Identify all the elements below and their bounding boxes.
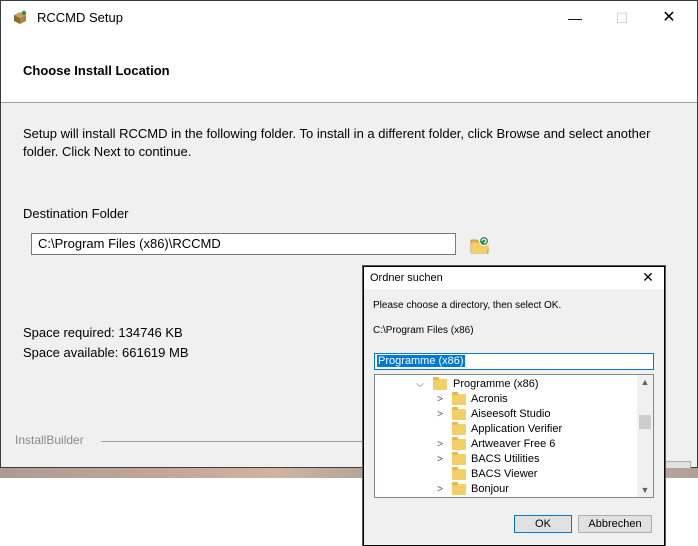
folder-name-selection: Programme (x86) [377,355,465,367]
folder-icon [452,422,466,435]
page-title: Choose Install Location [23,63,170,78]
destination-folder-label: Destination Folder [23,206,129,221]
tree-item-label: Bonjour [471,483,509,495]
scroll-down-icon[interactable]: ▼ [637,483,653,497]
tree-scrollbar[interactable]: ▲ ▼ [637,375,653,497]
tree-item-label: Programme (x86) [453,378,539,390]
minimize-button[interactable]: — [552,1,598,35]
folder-icon [452,452,466,465]
tree-item-label: Application Verifier [471,423,563,435]
chevron-right-icon[interactable]: > [435,407,445,422]
installbuilder-brand: InstallBuilder [15,433,88,447]
folder-icon [433,377,447,390]
folder-tree[interactable]: ⌵ Programme (x86) > Acronis > Aiseesoft … [374,374,654,498]
close-button[interactable]: ✕ [646,1,692,35]
chevron-right-icon[interactable]: > [435,392,445,407]
tree-item-label: Acronis [471,393,508,405]
scroll-thumb[interactable] [639,415,651,429]
chevron-right-icon[interactable]: > [435,482,445,497]
destination-folder-input[interactable]: C:\Program Files (x86)\RCCMD [31,233,456,255]
ok-button[interactable]: OK [514,515,572,533]
folder-icon [452,467,466,480]
dialog-current-path: C:\Program Files (x86) [373,325,474,336]
folder-icon [452,407,466,420]
folder-icon [452,482,466,495]
space-available-text: Space available: 661619 MB [23,345,189,360]
scroll-up-icon[interactable]: ▲ [637,375,653,389]
footer-divider [101,441,371,442]
space-required-text: Space required: 134746 KB [23,325,183,340]
tree-item-label: BACS Viewer [471,468,538,480]
chevron-down-icon[interactable]: ⌵ [415,377,425,392]
chevron-right-icon[interactable]: > [435,437,445,452]
folder-icon [452,392,466,405]
tree-item-label: BACS Utilities [471,453,540,465]
dialog-title: Ordner suchen [370,272,443,284]
dialog-title-bar[interactable]: Ordner suchen ✕ [364,267,664,289]
folder-icon [452,437,466,450]
folder-name-input[interactable]: Programme (x86) [374,353,654,370]
window-title: RCCMD Setup [37,10,123,25]
tree-item-label: Artweaver Free 6 [471,438,556,450]
title-bar[interactable]: RCCMD Setup — ☐ ✕ [1,1,697,35]
intro-text: Setup will install RCCMD in the followin… [23,126,651,159]
tree-item-label: Aiseesoft Studio [471,408,551,420]
cancel-button[interactable]: Abbrechen [578,515,652,533]
browse-folder-dialog: Ordner suchen ✕ Please choose a director… [363,266,665,546]
chevron-right-icon[interactable]: > [435,452,445,467]
installer-box-icon [14,10,27,24]
maximize-button[interactable]: ☐ [599,1,645,35]
page-header: Choose Install Location [1,35,697,103]
browse-folder-icon[interactable] [468,233,492,255]
dialog-close-button[interactable]: ✕ [638,269,658,286]
dialog-prompt: Please choose a directory, then select O… [373,300,562,311]
